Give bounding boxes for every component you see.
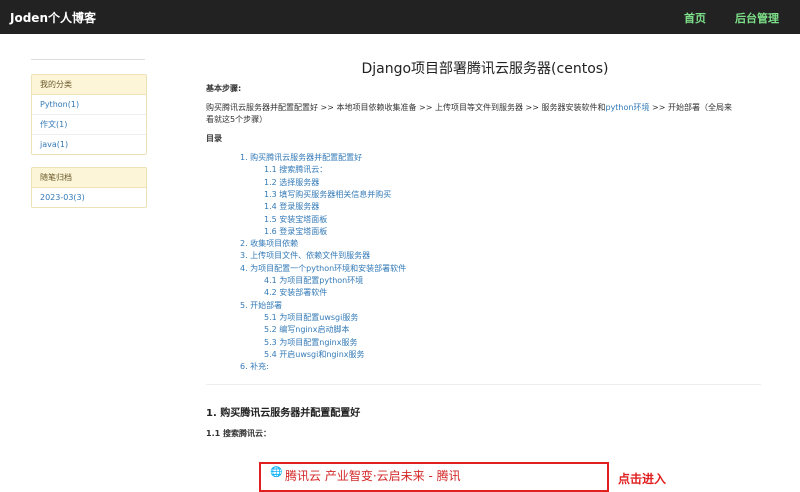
site-brand[interactable]: Joden个人博客 — [10, 9, 96, 26]
search-result-screenshot: 🌐 腾讯云 产业智变·云启未来 - 腾讯 — [259, 462, 609, 492]
globe-icon: 🌐 — [270, 467, 283, 478]
categories-panel: 我的分类 Python(1) 作文(1) java(1) — [31, 74, 147, 155]
toc-item[interactable]: 4. 为项目配置一个python环境和安装部署软件 — [240, 263, 406, 274]
toc-item[interactable]: 5.1 为项目配置uwsgi服务 — [264, 312, 358, 323]
nav-home-link[interactable]: 首页 — [684, 10, 706, 26]
toc-item[interactable]: 6. 补充: — [240, 361, 269, 372]
click-enter-annotation: 点击进入 — [618, 472, 667, 486]
category-item-java[interactable]: java(1) — [32, 135, 146, 154]
content-divider — [206, 384, 761, 385]
archive-title: 随笔归档 — [32, 168, 146, 188]
archive-panel: 随笔归档 2023-03(3) — [31, 167, 147, 208]
toc-item[interactable]: 5.2 编写nginx启动脚本 — [264, 324, 349, 335]
steps-text-1: 购买腾讯云服务器并配置配置好 >> 本地项目依赖收集准备 >> 上传项目等文件到… — [206, 103, 606, 112]
section-1-heading: 1. 购买腾讯云服务器并配置配置好 — [206, 408, 361, 419]
category-item-python[interactable]: Python(1) — [32, 95, 146, 115]
toc-item[interactable]: 4.2 安装部署软件 — [264, 287, 327, 298]
toc-item[interactable]: 5.4 开启uwsgi和nginx服务 — [264, 349, 365, 360]
toc-item[interactable]: 5. 开始部署 — [240, 300, 282, 311]
categories-title: 我的分类 — [32, 75, 146, 95]
article-title: Django项目部署腾讯云服务器(centos) — [361, 61, 609, 77]
steps-line-2: 看就这5个步骤） — [206, 115, 268, 124]
toc-item[interactable]: 1.1 搜索腾讯云： — [264, 164, 327, 175]
toc-heading: 目录 — [206, 134, 222, 143]
top-navbar: Joden个人博客 首页 后台管理 — [0, 0, 800, 34]
section-1-1-heading: 1.1 搜索腾讯云： — [206, 429, 271, 438]
toc-item[interactable]: 1.6 登录宝塔面板 — [264, 226, 327, 237]
toc-item[interactable]: 1.4 登录服务器 — [264, 201, 319, 212]
toc-item[interactable]: 2. 收集项目依赖 — [240, 238, 298, 249]
search-result-title: 腾讯云 产业智变·云启未来 - 腾讯 — [285, 469, 461, 483]
toc-item[interactable]: 1.2 选择服务器 — [264, 177, 319, 188]
toc-item[interactable]: 5.3 为项目配置nginx服务 — [264, 337, 357, 348]
toc-item[interactable]: 1. 购买腾讯云服务器并配置配置好 — [240, 152, 362, 163]
python-env-link[interactable]: python环境 — [605, 103, 649, 112]
archive-item-2023-03[interactable]: 2023-03(3) — [32, 188, 146, 207]
steps-line-1: 购买腾讯云服务器并配置配置好 >> 本地项目依赖收集准备 >> 上传项目等文件到… — [206, 102, 732, 113]
steps-heading: 基本步骤: — [206, 84, 242, 93]
toc-item[interactable]: 3. 上传项目文件、依赖文件到服务器 — [240, 250, 370, 261]
nav-admin-link[interactable]: 后台管理 — [735, 10, 779, 26]
sidebar-divider — [31, 59, 145, 60]
steps-text-2: >> 开始部署（全局来 — [649, 103, 732, 112]
toc-item[interactable]: 1.3 填写购买服务器相关信息并购买 — [264, 189, 391, 200]
toc-item[interactable]: 1.5 安装宝塔面板 — [264, 214, 327, 225]
toc-item[interactable]: 4.1 为项目配置python环境 — [264, 275, 363, 286]
category-item-essay[interactable]: 作文(1) — [32, 115, 146, 135]
